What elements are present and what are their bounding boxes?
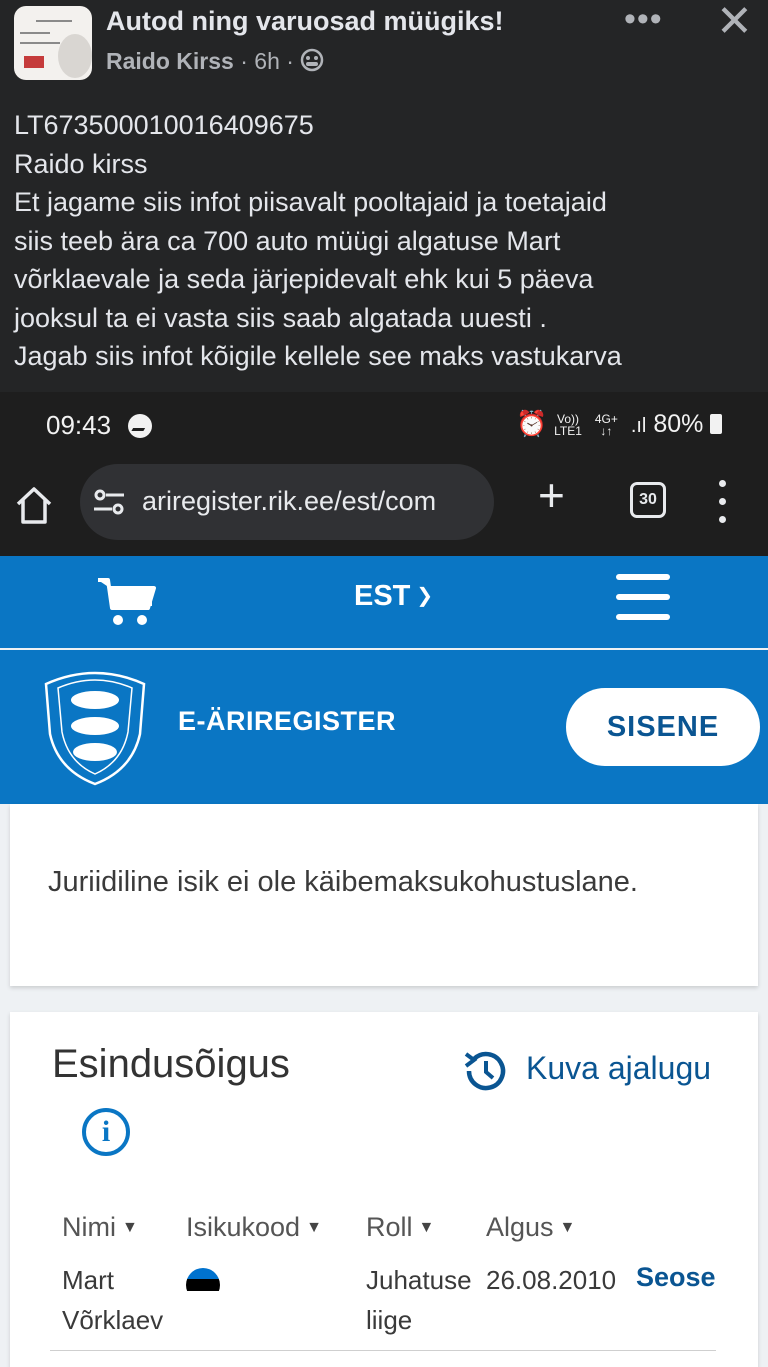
representation-card: Esindusõigus Kuva ajalugu i Nimi ▼ Isikuk… bbox=[10, 1012, 758, 1367]
kebab-menu-icon[interactable] bbox=[716, 480, 728, 524]
new-tab-icon[interactable]: + bbox=[538, 472, 565, 518]
data-indicator: 4G+ ↓↑ bbox=[594, 412, 618, 439]
group-title[interactable]: Autod ning varuosad müügiks! bbox=[106, 6, 504, 37]
group-icon bbox=[301, 48, 324, 72]
vat-card: Juriidiline isik ei ole käibemaksukohust… bbox=[10, 804, 758, 986]
hamburger-menu-icon[interactable] bbox=[616, 574, 670, 620]
language-label: EST bbox=[354, 580, 411, 612]
status-bar: 09:43 ⏰ Vo)) LTE1 4G+ ↓↑ .ıl 80% bbox=[0, 392, 768, 464]
post-line: Jagab siis infot kõigile kellele see mak… bbox=[14, 341, 622, 371]
chevron-down-icon: ▼ bbox=[122, 1219, 138, 1236]
battery-icon bbox=[710, 414, 723, 434]
browser-toolbar: ariregister.rik.ee/est/com + 30 bbox=[0, 464, 768, 556]
ellipsis-icon[interactable]: ••• bbox=[624, 0, 663, 39]
cart-icon[interactable] bbox=[96, 574, 160, 630]
column-header-id-code[interactable]: Isikukood ▼ bbox=[186, 1212, 322, 1243]
alarm-icon: ⏰ bbox=[516, 410, 548, 438]
url-text[interactable]: ariregister.rik.ee/est/com bbox=[142, 486, 436, 517]
estonian-flag-icon bbox=[186, 1268, 220, 1302]
site-navbar: EST ❯ bbox=[0, 556, 768, 648]
language-select[interactable]: EST ❯ bbox=[354, 580, 433, 613]
column-header-start[interactable]: Algus ▼ bbox=[486, 1212, 575, 1243]
row-divider bbox=[50, 1350, 716, 1351]
site-header: E-ÄRIREGISTER SISENE bbox=[0, 650, 768, 804]
start-date: 26.08.2010 bbox=[486, 1265, 617, 1295]
relations-link[interactable]: Seose bbox=[636, 1262, 716, 1293]
login-button[interactable]: SISENE bbox=[566, 688, 760, 766]
tab-switcher-button[interactable]: 30 bbox=[630, 482, 666, 518]
signal-icon: .ıl bbox=[630, 415, 647, 437]
post-line: võrklaevale ja seda järjepidevalt ehk ku… bbox=[14, 264, 594, 294]
messenger-icon bbox=[128, 414, 152, 438]
post-body: LT673500010016409675 Raido kirss Et jaga… bbox=[14, 106, 754, 376]
post-time[interactable]: 6h bbox=[254, 48, 280, 74]
close-icon[interactable]: ✕ bbox=[716, 0, 753, 47]
chevron-down-icon: ❯ bbox=[416, 585, 434, 607]
status-time: 09:43 bbox=[46, 410, 112, 440]
chevron-down-icon: ▼ bbox=[306, 1219, 322, 1236]
chevron-down-icon: ▼ bbox=[559, 1219, 576, 1236]
meta-separator: · bbox=[240, 48, 255, 74]
address-bar[interactable]: ariregister.rik.ee/est/com bbox=[80, 464, 494, 540]
person-name: Mart Võrklaev bbox=[62, 1265, 164, 1335]
status-icons: ⏰ Vo)) LTE1 4G+ ↓↑ .ıl 80% bbox=[516, 410, 723, 439]
coat-of-arms-icon bbox=[44, 671, 146, 786]
group-avatar[interactable] bbox=[14, 6, 92, 80]
post-author[interactable]: Raido Kirss bbox=[106, 48, 234, 74]
post-line: jooksul ta ei vasta siis saab algatada u… bbox=[14, 302, 547, 333]
post-line: Et jagame siis infot piisavalt pooltajai… bbox=[14, 187, 607, 217]
post-line: siis teeb ära ca 700 auto müügi algatuse… bbox=[14, 225, 561, 256]
person-role: Juhatuse liige bbox=[366, 1265, 472, 1335]
post-meta: Raido Kirss · 6h · bbox=[106, 48, 324, 75]
battery-level: 80% bbox=[653, 410, 704, 438]
info-icon[interactable]: i bbox=[82, 1108, 130, 1156]
show-history-link[interactable]: Kuva ajalugu bbox=[526, 1050, 711, 1087]
column-header-role[interactable]: Roll ▼ bbox=[366, 1212, 434, 1243]
vat-status-text: Juriidiline isik ei ole käibemaksukohust… bbox=[48, 866, 638, 898]
attached-screenshot[interactable]: 09:43 ⏰ Vo)) LTE1 4G+ ↓↑ .ıl 80% ariregist… bbox=[0, 392, 768, 1367]
post-header: Autod ning varuosad müügiks! Raido Kirss… bbox=[0, 0, 768, 92]
history-icon[interactable] bbox=[460, 1046, 510, 1096]
home-icon[interactable] bbox=[14, 484, 54, 528]
meta-separator: · bbox=[286, 48, 301, 74]
site-brand[interactable]: E-ÄRIREGISTER bbox=[178, 706, 396, 737]
section-title: Esindusõigus bbox=[52, 1042, 290, 1086]
site-settings-icon[interactable] bbox=[92, 488, 126, 516]
post-line: Raido kirss bbox=[14, 148, 148, 179]
volte-indicator: Vo)) LTE1 bbox=[554, 412, 582, 439]
post-line: LT673500010016409675 bbox=[14, 110, 314, 140]
column-header-name[interactable]: Nimi ▼ bbox=[62, 1212, 138, 1243]
chevron-down-icon: ▼ bbox=[418, 1219, 435, 1236]
